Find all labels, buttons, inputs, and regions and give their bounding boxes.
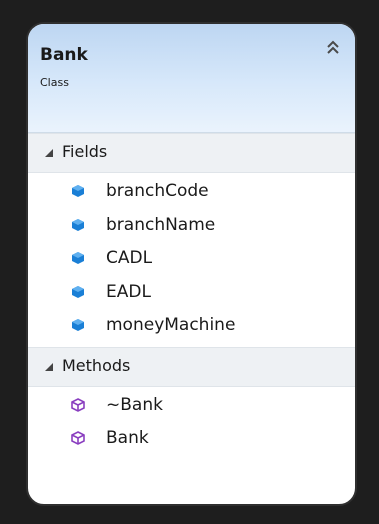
field-label: branchCode bbox=[106, 181, 209, 201]
double-chevron-up-icon bbox=[327, 40, 339, 54]
section-label-methods: Methods bbox=[62, 355, 131, 375]
method-label: ~Bank bbox=[106, 394, 163, 415]
methods-list: ~Bank Bank bbox=[28, 387, 355, 460]
field-cube-icon bbox=[72, 319, 84, 331]
class-header: Bank Class bbox=[28, 24, 355, 133]
expanded-triangle-icon[interactable] bbox=[44, 148, 54, 158]
fields-list: branchCode branchName CADL EADL moneyMac… bbox=[28, 173, 355, 347]
field-item[interactable]: CADL bbox=[28, 243, 355, 277]
field-label: branchName bbox=[106, 214, 216, 235]
class-stereotype: Class bbox=[40, 76, 69, 89]
method-cube-icon bbox=[71, 397, 85, 412]
field-item[interactable]: branchCode bbox=[28, 176, 355, 210]
method-item[interactable]: ~Bank bbox=[28, 390, 355, 424]
field-item[interactable]: EADL bbox=[28, 277, 355, 311]
section-fields[interactable]: Fields bbox=[28, 133, 355, 173]
method-cube-icon bbox=[71, 431, 85, 445]
method-label: Bank bbox=[106, 428, 149, 448]
field-label: CADL bbox=[106, 248, 153, 268]
field-cube-icon bbox=[72, 285, 84, 298]
collapse-button[interactable] bbox=[323, 38, 343, 58]
class-diagram-card[interactable]: Bank Class Fields branchCode branchName … bbox=[26, 22, 357, 506]
expanded-triangle-icon[interactable] bbox=[44, 362, 54, 372]
field-item[interactable]: branchName bbox=[28, 210, 355, 244]
field-cube-icon bbox=[72, 252, 84, 264]
field-label: moneyMachine bbox=[106, 315, 236, 335]
field-cube-icon bbox=[72, 218, 84, 231]
method-item[interactable]: Bank bbox=[28, 423, 355, 457]
section-label-fields: Fields bbox=[62, 142, 108, 161]
field-label: EADL bbox=[106, 281, 151, 302]
field-cube-icon bbox=[72, 185, 84, 197]
section-methods[interactable]: Methods bbox=[28, 346, 355, 387]
class-name: Bank bbox=[40, 45, 88, 65]
field-item[interactable]: moneyMachine bbox=[28, 310, 355, 344]
